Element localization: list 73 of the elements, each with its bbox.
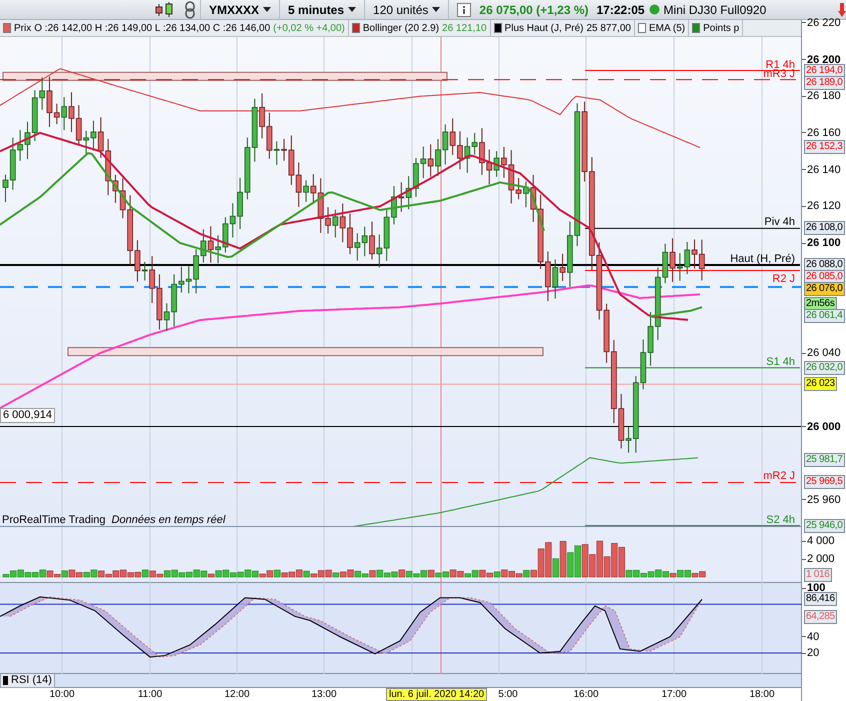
symbol-dropdown[interactable]: YMXXXX [200, 0, 280, 19]
price-badge: 26 152,3 [804, 140, 845, 154]
price-badge: 86,416 [804, 592, 837, 606]
price-badge: 64,285 [804, 610, 837, 624]
time-label: 13:00 [311, 688, 337, 701]
price-badge: 25 946,0 [804, 518, 845, 533]
axis-tick-label: 100 [807, 582, 826, 594]
time-label: 17:00 [661, 688, 687, 701]
level-label: Haut (H, Pré) [730, 253, 795, 266]
price-badge: 25 969,5 [804, 475, 845, 490]
axis-tick-label: 40 [807, 630, 820, 643]
axis-tick-label: 26 040 [807, 347, 841, 360]
price-badge: 26 023 [804, 377, 837, 392]
axis-tick-label: 26 120 [807, 200, 841, 212]
time-label: 18:00 [749, 688, 775, 701]
legend-label: Points p [703, 22, 740, 36]
clock-time: 17:22:05 [596, 2, 645, 18]
legend-value: 25 877,00 [586, 22, 631, 36]
cursor-date-label: lun. 6 juil. 2020 14:20 [386, 688, 488, 701]
instrument-name: Mini DJ30 Full0920 [664, 2, 766, 18]
caret-icon [263, 7, 272, 12]
rsi-label: RSI (14) [11, 674, 52, 687]
time-label: 10:00 [49, 688, 75, 701]
time-label: 11:00 [138, 688, 162, 701]
legend-label: Bollinger (20 2.9) [362, 22, 440, 36]
axis-tick-label: 26 180 [807, 90, 841, 102]
axis-tick-label: 25 960 [807, 494, 841, 506]
units-dropdown[interactable]: 120 unités [364, 0, 450, 19]
level-label: Piv 4h [764, 216, 795, 228]
legend-swatch [3, 676, 8, 685]
link-icon[interactable] [184, 0, 196, 18]
price-badge: 26 061,4 [804, 309, 845, 324]
legend-label: EMA (5) [648, 22, 686, 36]
price-badge: 26 108,0 [804, 221, 845, 236]
axis-tick-label: 26 200 [807, 54, 841, 66]
legend-ohlc: O :26 142,00 H :26 149,00 L :26 134,00 C :26 146,00 [34, 22, 270, 36]
price-badge: 26 032,0 [804, 360, 845, 375]
status-dot-icon [648, 4, 660, 15]
time-label: 16:00 [573, 688, 599, 701]
legend-label: Plus Haut (J, Pré) [504, 22, 584, 36]
axis-tick-label: 2 000 [807, 553, 835, 565]
legend-value: 26 121,10 [442, 22, 487, 36]
time-label: 5:00 [498, 688, 518, 701]
price-badge: 26 194,0 [804, 64, 845, 78]
axis-tick-label: 26 220 [807, 16, 841, 29]
axis-tick-label: 26 100 [807, 237, 841, 249]
cursor-value-label: 6 000,914 [0, 408, 55, 423]
axis-tick-label: 4 000 [807, 535, 835, 547]
axis-tick-label: 26 160 [807, 126, 841, 139]
last-price-quote: 26 075,00 (+1,23 %) [479, 2, 588, 18]
caret-icon [432, 7, 440, 12]
source-note: Données en temps réel [112, 514, 226, 526]
level-label: S2 4h [766, 514, 795, 526]
axis-tick-label: 26 000 [807, 420, 841, 432]
price-badge: 26 076,0 [804, 282, 845, 296]
arrow-icon[interactable] [838, 2, 846, 16]
axis-tick-label: 26 140 [807, 164, 841, 176]
moving-average-line [650, 306, 702, 318]
caret-icon [348, 7, 356, 12]
source-name: ProRealTime Trading [2, 514, 106, 526]
axis-tick-label: 20 [807, 647, 820, 659]
level-label: S1 4h [766, 356, 795, 368]
interval-dropdown[interactable]: 5 minutes [279, 0, 364, 19]
level-label: mR2 J [763, 470, 795, 482]
legend-value: (+0,02 % +4,00) [273, 22, 345, 36]
price-badge: 1 016 [804, 568, 832, 582]
level-label: R1 4h [766, 58, 795, 70]
info-icon[interactable] [457, 2, 472, 16]
legend-label: Prix [14, 22, 32, 36]
time-label: 12:00 [224, 688, 250, 701]
price-badge: 25 981,7 [804, 453, 845, 468]
price-badge: 26 189,0 [804, 76, 845, 90]
level-label: R2 J [772, 272, 795, 285]
